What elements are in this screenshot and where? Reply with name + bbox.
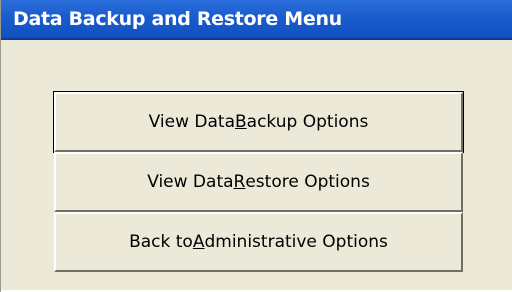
button-label-mnemonic: B <box>235 112 247 132</box>
button-label-pre: Back to <box>129 232 193 252</box>
button-label-post: ackup Options <box>246 112 369 132</box>
button-label-mnemonic: R <box>233 172 246 192</box>
button-label-pre: View Data <box>148 112 235 132</box>
button-label-pre: View Data <box>147 172 234 192</box>
back-to-administrative-options-button[interactable]: Back to Administrative Options <box>54 212 463 272</box>
window-title: Data Backup and Restore Menu <box>13 8 342 30</box>
button-label-post: dministrative Options <box>204 232 388 252</box>
button-label-mnemonic: A <box>192 232 205 252</box>
dialog-window: Data Backup and Restore Menu View Data B… <box>0 0 512 292</box>
view-data-backup-options-button[interactable]: View Data Backup Options <box>53 91 464 153</box>
title-bar[interactable]: Data Backup and Restore Menu <box>1 0 512 40</box>
view-data-restore-options-button[interactable]: View Data Restore Options <box>54 152 463 212</box>
button-label-post: estore Options <box>245 172 370 192</box>
